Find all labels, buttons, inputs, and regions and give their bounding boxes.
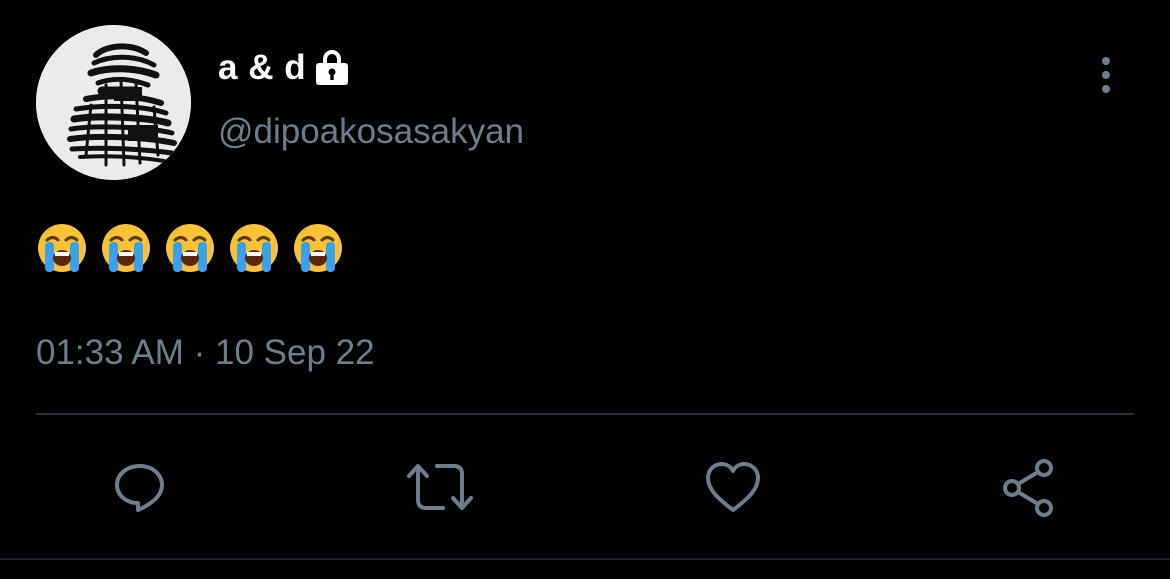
crying-face-emoji bbox=[102, 224, 150, 272]
avatar-image bbox=[36, 25, 191, 180]
display-name-row: a & d bbox=[218, 46, 352, 90]
display-name[interactable]: a & d bbox=[218, 48, 306, 88]
divider bbox=[36, 413, 1134, 415]
tweet-detail: a & d @dipoakosasakyan 01:33 AM · 10 Sep… bbox=[0, 0, 1170, 579]
avatar[interactable] bbox=[36, 25, 191, 180]
reply-button[interactable] bbox=[110, 458, 170, 518]
lock-icon bbox=[312, 48, 352, 88]
user-handle[interactable]: @dipoakosasakyan bbox=[218, 112, 524, 152]
crying-face-emoji bbox=[230, 224, 278, 272]
heart-icon bbox=[706, 462, 760, 512]
tweet-timestamp[interactable]: 01:33 AM · 10 Sep 22 bbox=[36, 333, 375, 373]
crying-face-emoji bbox=[166, 224, 214, 272]
like-button[interactable] bbox=[703, 458, 763, 518]
vertical-ellipsis-icon[interactable] bbox=[1092, 55, 1120, 95]
retweet-button[interactable] bbox=[405, 458, 473, 518]
share-button[interactable] bbox=[1000, 458, 1060, 518]
share-icon bbox=[1003, 459, 1053, 517]
crying-face-emoji bbox=[38, 224, 86, 272]
retweet-arrows-icon bbox=[407, 464, 473, 510]
speech-bubble-icon bbox=[115, 464, 164, 512]
crying-face-emoji bbox=[294, 224, 342, 272]
tweet-text bbox=[36, 222, 344, 280]
bottom-divider bbox=[0, 558, 1170, 560]
